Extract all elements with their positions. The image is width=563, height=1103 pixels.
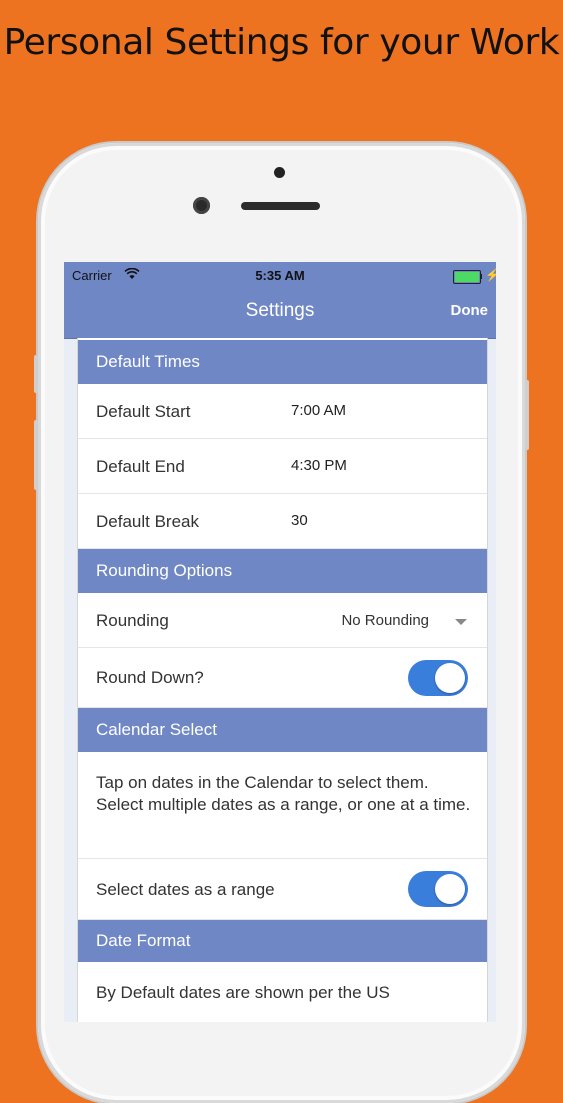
row-default-start[interactable]: Default Start 7:00 AM [78, 384, 487, 439]
select-range-toggle[interactable] [408, 871, 468, 907]
calendar-description: Tap on dates in the Calendar to select t… [96, 773, 471, 814]
sensor-dot [274, 167, 285, 178]
section-header-date-format: Date Format [78, 920, 487, 962]
status-time: 5:35 AM [255, 268, 305, 283]
charging-icon: ⚡ [485, 268, 496, 282]
row-select-range: Select dates as a range [78, 859, 487, 920]
section-header-default-times: Default Times [78, 340, 487, 384]
row-calendar-description: Tap on dates in the Calendar to select t… [78, 752, 487, 859]
section-header-rounding: Rounding Options [78, 549, 487, 593]
round-down-label: Round Down? [96, 668, 204, 687]
phone-side-button [525, 380, 529, 450]
row-default-break[interactable]: Default Break 30 [78, 494, 487, 549]
status-bar: Carrier 5:35 AM ⚡ [64, 266, 496, 286]
default-start-value[interactable]: 7:00 AM [291, 402, 346, 419]
app-screen: Carrier 5:35 AM ⚡ Settings Done Default … [64, 262, 496, 1022]
section-header-label: Date Format [96, 931, 191, 950]
phone-side-button [34, 420, 38, 490]
round-down-toggle[interactable] [408, 660, 468, 696]
row-rounding[interactable]: Rounding No Rounding [78, 593, 487, 648]
row-round-down: Round Down? [78, 648, 487, 708]
select-range-label: Select dates as a range [96, 880, 275, 899]
rounding-label: Rounding [96, 611, 169, 630]
default-end-value[interactable]: 4:30 PM [291, 457, 347, 474]
row-default-end[interactable]: Default End 4:30 PM [78, 439, 487, 494]
default-start-label: Default Start [96, 402, 191, 421]
nav-title: Settings [245, 300, 315, 321]
section-header-calendar: Calendar Select [78, 708, 487, 752]
default-end-label: Default End [96, 457, 185, 476]
battery-tip [480, 274, 482, 279]
chevron-down-icon[interactable] [455, 619, 467, 625]
rounding-select[interactable]: No Rounding [341, 612, 429, 629]
earpiece-speaker [241, 202, 320, 210]
default-break-value[interactable]: 30 [291, 512, 308, 529]
toggle-knob [435, 663, 465, 693]
default-break-label: Default Break [96, 512, 199, 531]
section-header-label: Default Times [96, 352, 200, 371]
headline: Personal Settings for your Work [3, 22, 560, 63]
front-camera [193, 197, 210, 214]
phone-side-button [34, 355, 38, 393]
section-header-label: Rounding Options [96, 561, 233, 580]
battery-icon [453, 270, 481, 284]
section-header-label: Calendar Select [96, 720, 217, 739]
navigation-bar: Carrier 5:35 AM ⚡ Settings Done [64, 262, 496, 339]
toggle-knob [435, 874, 465, 904]
done-button[interactable]: Done [451, 302, 489, 319]
settings-panel: Default Times Default Start 7:00 AM Defa… [77, 338, 488, 1022]
row-date-format-description: By Default dates are shown per the US [78, 962, 487, 1022]
date-format-description: By Default dates are shown per the US [96, 983, 390, 1002]
